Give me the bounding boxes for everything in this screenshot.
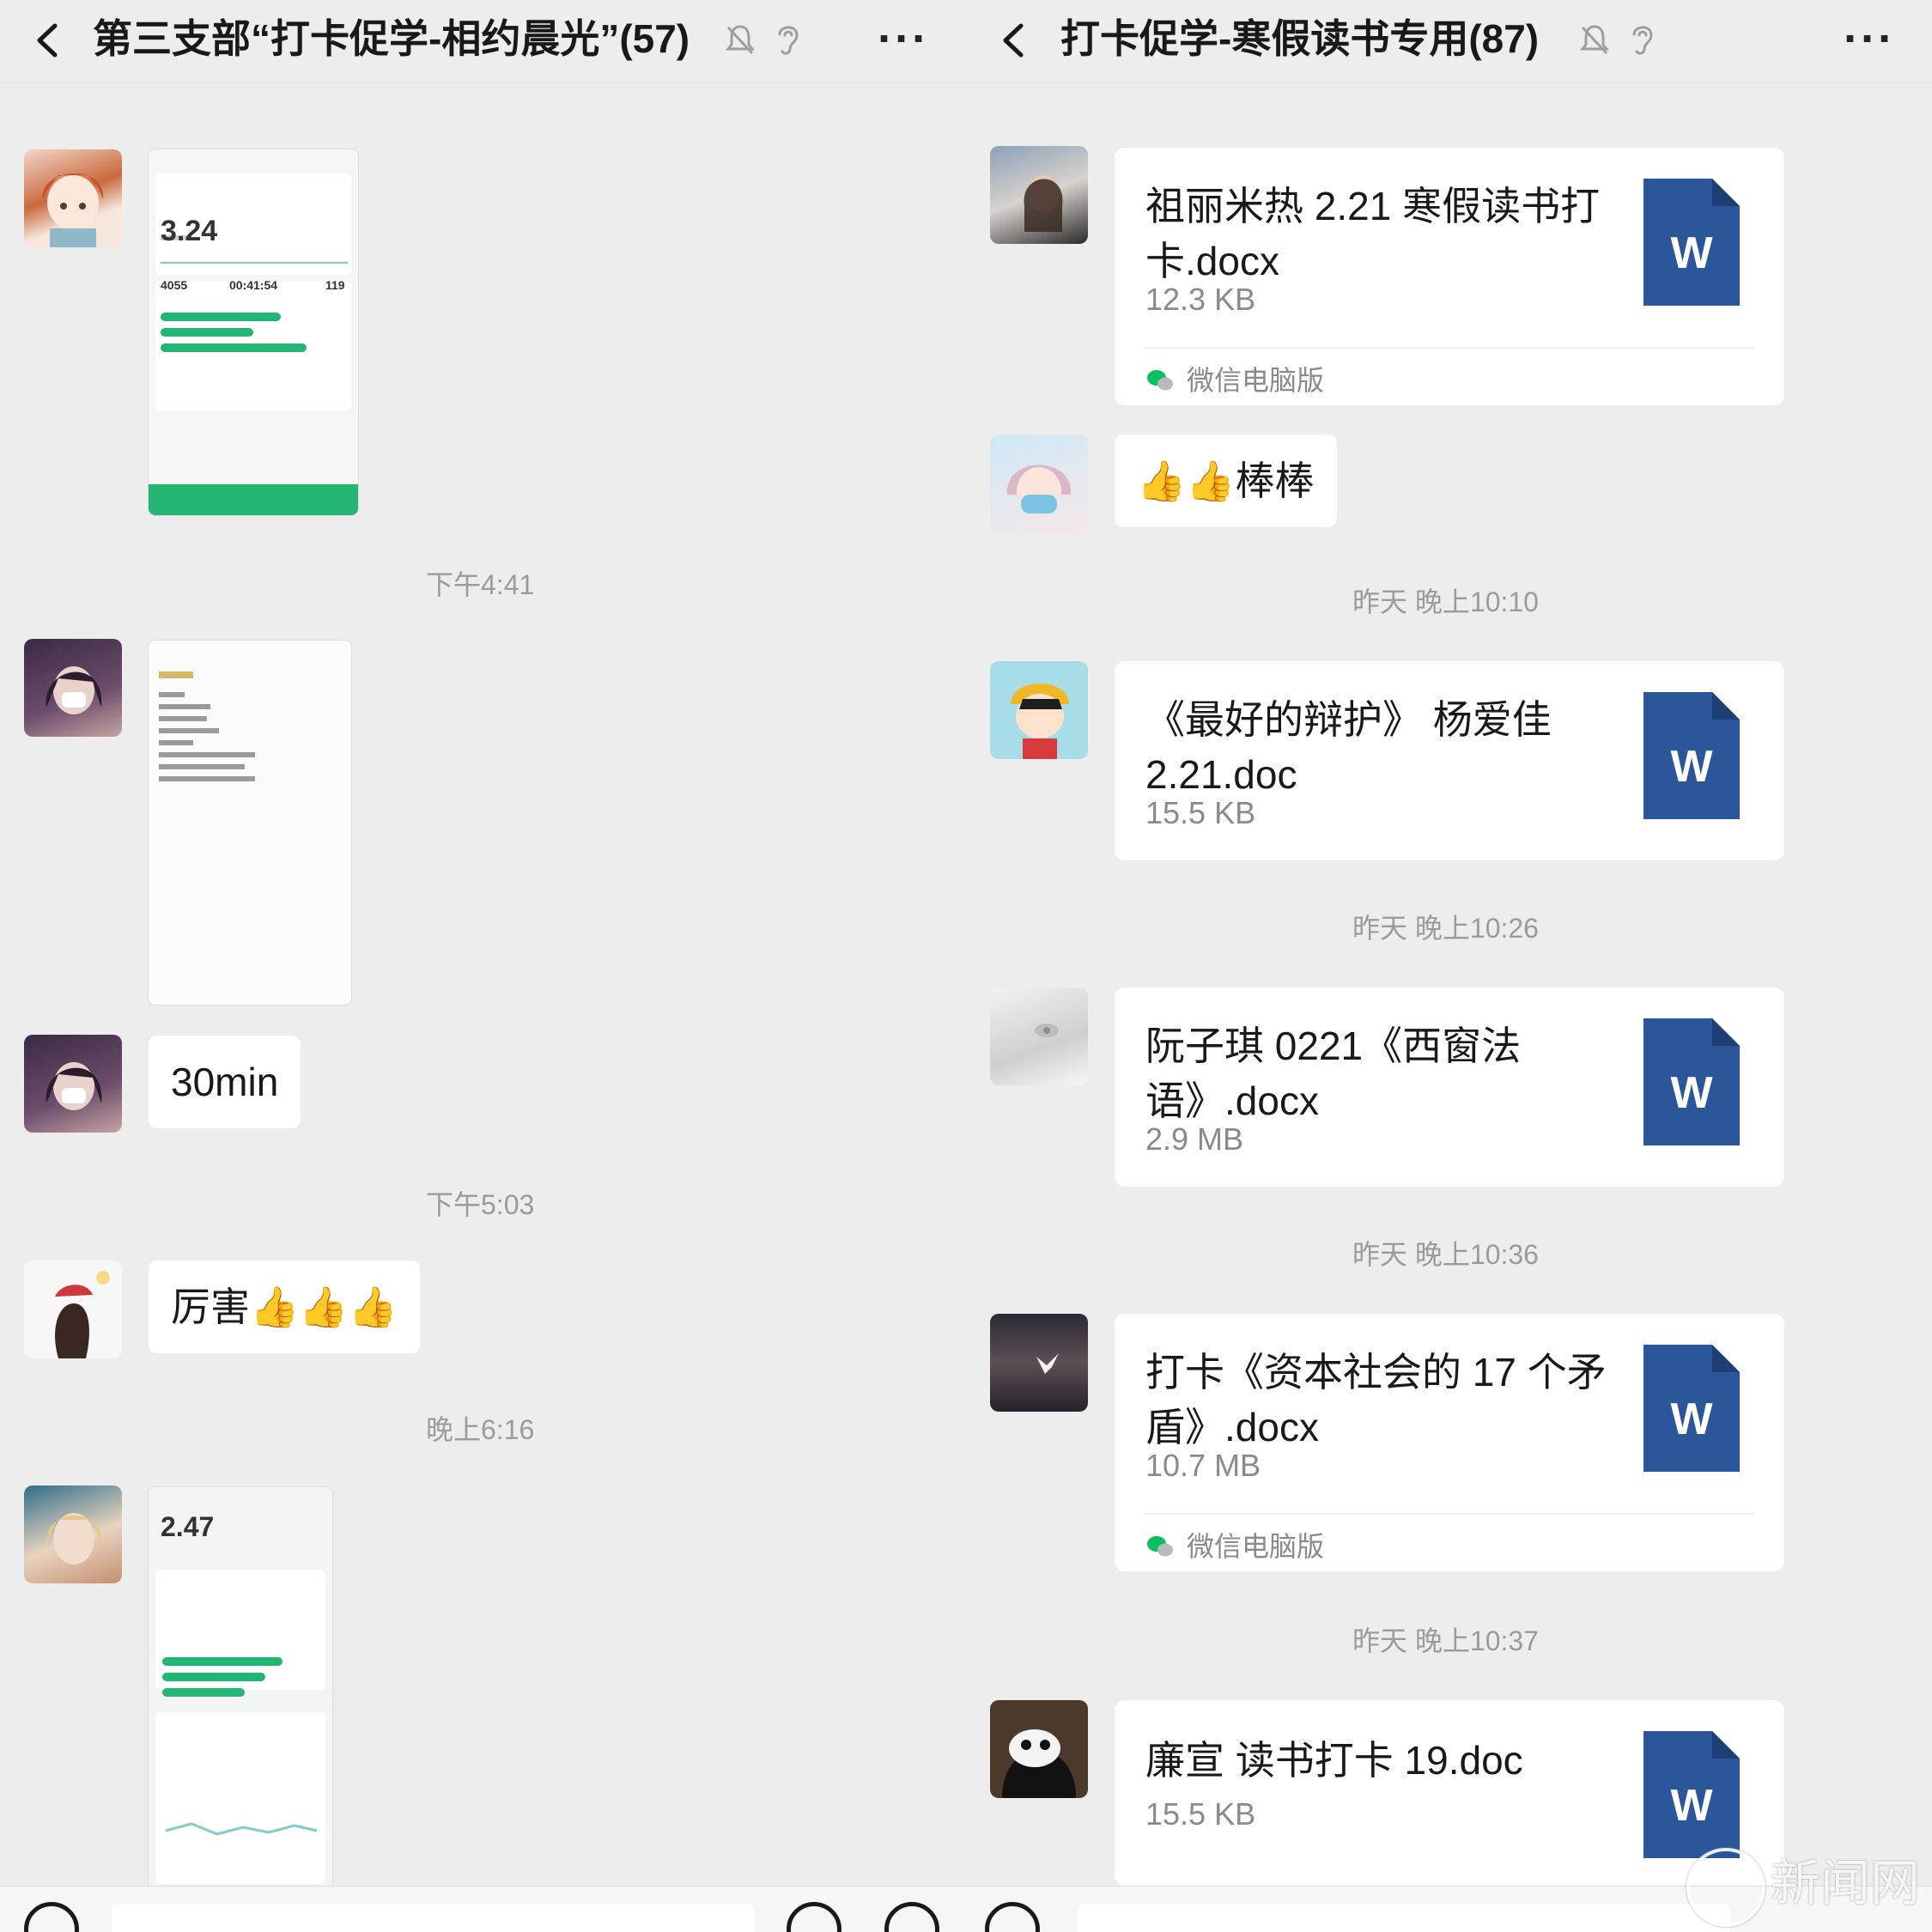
divider	[1145, 1513, 1753, 1515]
file-message[interactable]: 祖丽米热 2.21 寒假读书打卡.docx 12.3 KB W 微信电脑版	[1115, 148, 1784, 405]
text-message[interactable]: 👍👍棒棒	[1115, 434, 1337, 527]
timestamp: 昨天 晚上10:10	[1352, 586, 1539, 617]
file-name: 打卡《资本社会的 17 个矛盾》.docx	[1145, 1350, 1607, 1449]
timestamp: 昨天 晚上10:37	[1352, 1625, 1539, 1656]
file-source-label: 微信电脑版	[1187, 1531, 1325, 1562]
avatar[interactable]	[24, 1035, 122, 1133]
timestamp: 昨天 晚上10:26	[1352, 913, 1539, 944]
avatar[interactable]	[24, 1261, 122, 1358]
right-title-bar: 打卡促学-寒假读书专用(87) ···	[966, 0, 1932, 83]
svg-text:W: W	[1670, 1781, 1713, 1831]
run-stat: 00:41:54	[229, 278, 278, 292]
text-message[interactable]: 厉害👍👍👍	[149, 1261, 420, 1353]
word-document-icon: W	[1643, 1345, 1740, 1472]
avatar[interactable]	[990, 987, 1088, 1085]
avatar-anime-girl-icon	[42, 173, 104, 247]
avatar-mask-girl-icon	[1006, 465, 1072, 515]
file-source: 微信电脑版	[1145, 359, 1324, 398]
timestamp: 下午4:41	[426, 569, 535, 600]
avatar-dark-hair-icon	[46, 1062, 102, 1110]
avatar[interactable]	[24, 149, 122, 247]
more-dots-icon[interactable]: ···	[1844, 15, 1895, 62]
avatar[interactable]	[990, 1314, 1088, 1412]
avatar-panda-bear-icon	[1002, 1729, 1076, 1798]
voice-button[interactable]	[24, 1902, 79, 1932]
avatar-faded-face-icon	[1035, 1024, 1059, 1037]
watermark: 新闻网	[1686, 1843, 1920, 1927]
file-name: 《最好的辩护》 杨爱佳 2.21.doc	[1145, 697, 1552, 797]
file-name: 祖丽米热 2.21 寒假读书打卡.docx	[1145, 184, 1601, 283]
notes-screenshot[interactable]	[149, 641, 351, 1005]
left-chat-panel: 第三支部“打卡促学-相约晨光”(57) ··· 3.24 4055 00:41:…	[0, 0, 966, 1932]
run-stat: 4055	[161, 278, 188, 292]
file-size: 15.5 KB	[1145, 795, 1256, 830]
file-message[interactable]: 廉宣 读书打卡 19.doc 15.5 KB W	[1115, 1700, 1784, 1886]
keep-run-screenshot[interactable]: 3.24 4055 00:41:54 119	[149, 149, 358, 515]
run-distance: 3.24	[161, 215, 218, 247]
word-document-icon: W	[1643, 179, 1740, 306]
file-message[interactable]: 《最好的辩护》 杨爱佳 2.21.doc 15.5 KB W	[1115, 661, 1784, 860]
wechat-icon	[1147, 370, 1173, 391]
left-chat-title: 第三支部“打卡促学-相约晨光”(57)	[93, 16, 690, 61]
right-chat-title: 打卡促学-寒假读书专用(87)	[1060, 16, 1540, 61]
word-document-icon: W	[1643, 692, 1740, 819]
right-chat-panel: 打卡促学-寒假读书专用(87) ··· 祖丽米热 2.21 寒假读书打卡.doc…	[966, 0, 1932, 1932]
chevron-left-icon[interactable]	[995, 21, 1035, 60]
avatar[interactable]	[990, 661, 1088, 759]
avatar-cartoon-kid-icon	[1011, 683, 1069, 759]
avatar-red-hat-girl-icon	[55, 1271, 110, 1358]
wechat-icon	[1147, 1536, 1173, 1557]
avatar[interactable]	[990, 1700, 1088, 1798]
file-size: 12.3 KB	[1145, 282, 1256, 317]
bell-off-icon	[725, 25, 756, 55]
timestamp: 下午5:03	[426, 1189, 535, 1220]
avatar-dark-hair-icon	[46, 666, 102, 714]
avatar[interactable]	[24, 1485, 122, 1583]
ear-icon	[1632, 26, 1653, 55]
divider	[1145, 347, 1753, 349]
left-title-bar: 第三支部“打卡促学-相约晨光”(57) ···	[0, 0, 966, 83]
avatar[interactable]	[990, 434, 1088, 532]
run-distance: 2.47	[161, 1511, 215, 1542]
file-name: 廉宣 读书打卡 19.doc	[1145, 1738, 1523, 1783]
watermark-text: 新闻网	[1770, 1856, 1920, 1912]
avatar-seagull-icon	[1036, 1353, 1059, 1374]
file-message[interactable]: 阮子琪 0221《西窗法语》.docx 2.9 MB W	[1115, 987, 1784, 1187]
message-input[interactable]	[112, 1904, 754, 1932]
file-size: 10.7 MB	[1145, 1448, 1261, 1483]
left-input-bar	[0, 1886, 966, 1932]
bell-off-icon	[1579, 25, 1610, 55]
more-dots-icon[interactable]: ···	[878, 15, 929, 62]
run-stat: 119	[325, 278, 345, 292]
svg-text:W: W	[1670, 1068, 1713, 1118]
chevron-left-icon[interactable]	[29, 21, 69, 60]
voice-button[interactable]	[985, 1902, 1040, 1932]
text-message[interactable]: 30min	[149, 1036, 301, 1128]
svg-text:W: W	[1670, 228, 1713, 278]
file-size: 15.5 KB	[1145, 1796, 1256, 1832]
file-message[interactable]: 打卡《资本社会的 17 个矛盾》.docx 10.7 MB W 微信电脑版	[1115, 1314, 1784, 1571]
file-size: 2.9 MB	[1145, 1121, 1244, 1157]
add-button[interactable]	[884, 1902, 939, 1932]
svg-text:W: W	[1670, 1394, 1713, 1444]
avatar[interactable]	[990, 146, 1088, 244]
timestamp: 昨天 晚上10:36	[1352, 1239, 1539, 1270]
file-source-label: 微信电脑版	[1187, 365, 1325, 396]
timestamp: 晚上6:16	[426, 1414, 535, 1445]
word-document-icon: W	[1643, 1731, 1740, 1858]
file-source: 微信电脑版	[1145, 1525, 1324, 1564]
emoji-button[interactable]	[787, 1902, 841, 1932]
avatar-photo-woman-icon	[1024, 175, 1063, 232]
seal-logo-icon	[1686, 1848, 1765, 1927]
avatar[interactable]	[24, 639, 122, 737]
keep-run-screenshot[interactable]: 2.47	[149, 1487, 332, 1891]
message-input[interactable]	[1078, 1904, 1730, 1932]
svg-text:W: W	[1670, 742, 1713, 792]
word-document-icon: W	[1643, 1018, 1740, 1145]
ear-icon	[778, 26, 799, 55]
file-name: 阮子琪 0221《西窗法语》.docx	[1145, 1024, 1522, 1123]
avatar-game-character-icon	[46, 1513, 102, 1564]
